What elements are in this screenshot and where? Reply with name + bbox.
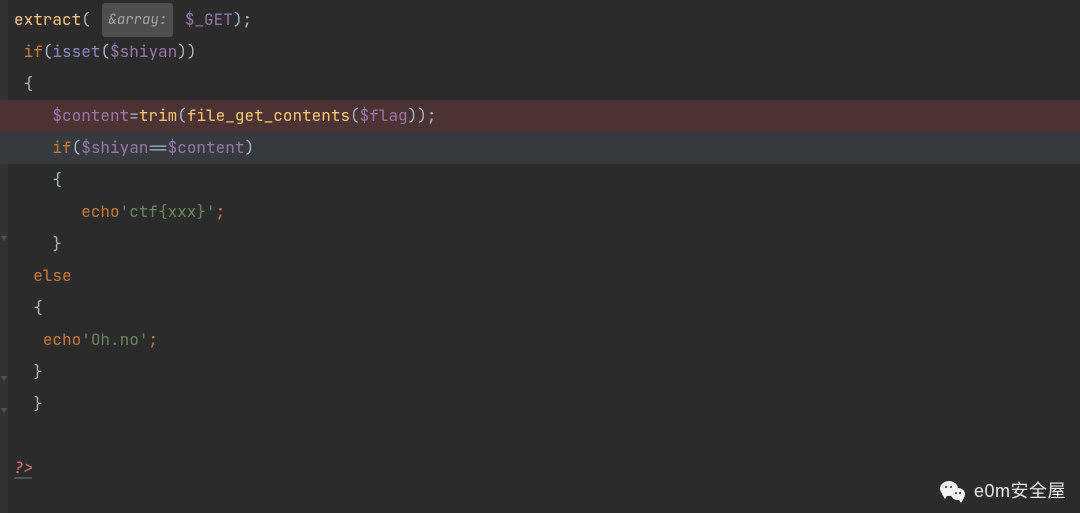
code-line[interactable]: echo'Oh.no';: [0, 324, 1080, 356]
token-paren: (: [43, 36, 53, 68]
token-operator: ==: [148, 132, 167, 164]
indent: [14, 132, 52, 164]
code-line[interactable]: }: [0, 228, 1080, 260]
token-semicolon: ;: [148, 324, 158, 356]
code-line[interactable]: if(isset($shiyan)): [0, 36, 1080, 68]
code-line[interactable]: {: [0, 292, 1080, 324]
token-function: extract: [14, 4, 81, 36]
token-keyword: echo: [81, 196, 119, 228]
code-line[interactable]: {: [0, 164, 1080, 196]
token-brace: {: [33, 292, 43, 324]
code-line-highlighted[interactable]: $content=trim(file_get_contents($flag));: [0, 100, 1080, 132]
token-string: 'Oh.no': [81, 324, 148, 356]
code-line[interactable]: ?>: [0, 452, 1080, 484]
indent: [14, 388, 33, 420]
indent: [14, 196, 81, 228]
token-variable: $content: [168, 132, 245, 164]
code-line[interactable]: {: [0, 68, 1080, 100]
wechat-icon: [940, 480, 968, 502]
code-line-highlighted[interactable]: if($shiyan==$content): [0, 132, 1080, 164]
indent: [14, 356, 33, 388]
code-line[interactable]: extract( &array: $_GET);: [0, 4, 1080, 36]
token-brace: }: [52, 228, 62, 260]
token-paren: (: [81, 4, 91, 36]
token-brace: }: [33, 388, 43, 420]
indent: [14, 228, 52, 260]
token-builtin-func: isset: [52, 36, 100, 68]
token-paren: (: [177, 100, 187, 132]
token-keyword: echo: [43, 324, 81, 356]
watermark-badge: e0m安全屋: [940, 475, 1066, 507]
token-brace: {: [52, 164, 62, 196]
token-paren: (: [100, 36, 110, 68]
code-line[interactable]: }: [0, 388, 1080, 420]
token-operator: =: [129, 100, 139, 132]
token-tail: )): [177, 36, 196, 68]
token-space: [91, 4, 101, 36]
indent: [14, 164, 52, 196]
indent: [14, 260, 33, 292]
token-keyword: else: [33, 260, 71, 292]
indent: [14, 100, 52, 132]
code-line[interactable]: }: [0, 356, 1080, 388]
token-variable: $shiyan: [81, 132, 148, 164]
token-variable: $content: [52, 100, 129, 132]
token-space: [175, 4, 185, 36]
token-variable: $shiyan: [110, 36, 177, 68]
parameter-hint: &array:: [102, 3, 173, 37]
token-function: trim: [139, 100, 177, 132]
indent: [14, 68, 24, 100]
watermark-text: e0m安全屋: [974, 475, 1066, 507]
code-line[interactable]: echo'ctf{xxx}';: [0, 196, 1080, 228]
token-tail: ));: [408, 100, 437, 132]
code-line[interactable]: else: [0, 260, 1080, 292]
indent: [14, 36, 24, 68]
token-brace: {: [24, 68, 34, 100]
token-function: file_get_contents: [187, 100, 350, 132]
token-keyword: if: [52, 132, 71, 164]
code-editor[interactable]: extract( &array: $_GET); if(isset($shiya…: [0, 0, 1080, 513]
token-variable: $flag: [360, 100, 408, 132]
warning-underline-icon: [14, 477, 32, 479]
token-paren: (: [350, 100, 360, 132]
token-variable: $_GET: [185, 4, 233, 36]
token-string: 'ctf{xxx}': [120, 196, 216, 228]
indent: [14, 324, 43, 356]
token-keyword: if: [24, 36, 43, 68]
token-brace: }: [33, 356, 43, 388]
code-line-empty[interactable]: [0, 420, 1080, 452]
token-php-close-tag: ?>: [14, 452, 33, 484]
indent: [14, 292, 33, 324]
token-tail: );: [233, 4, 252, 36]
token-semicolon: ;: [216, 196, 226, 228]
token-paren: (: [72, 132, 82, 164]
token-tail: ): [244, 132, 254, 164]
